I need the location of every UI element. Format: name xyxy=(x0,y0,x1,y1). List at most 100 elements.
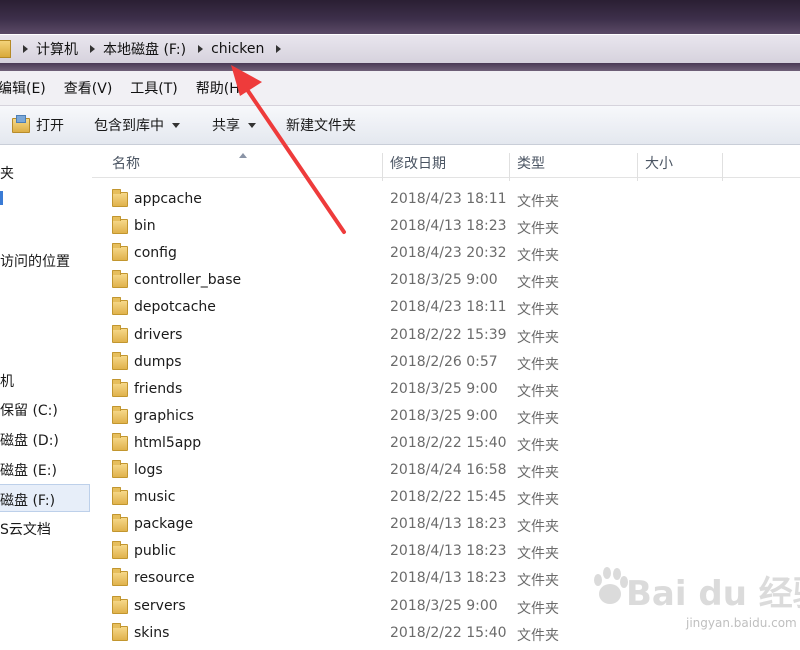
file-row[interactable]: depotcache 2018/4/23 18:11 文件夹 xyxy=(92,295,800,322)
file-type: 文件夹 xyxy=(517,519,559,536)
menu-bar: 编辑(E) 查看(V) 工具(T) 帮助(H) xyxy=(0,71,800,106)
menu-help[interactable]: 帮助(H) xyxy=(196,78,245,98)
file-date: 2018/2/22 15:39 xyxy=(390,326,507,343)
folder-icon xyxy=(112,270,128,289)
column-divider[interactable] xyxy=(382,153,383,181)
folder-icon xyxy=(112,487,128,506)
file-date: 2018/2/22 15:40 xyxy=(390,434,507,451)
nav-item-drive-d[interactable]: 磁盘 (D:) xyxy=(0,430,59,450)
file-date: 2018/4/23 20:32 xyxy=(390,245,507,262)
nav-item-favorites[interactable]: 夹 xyxy=(0,163,14,183)
share-button[interactable]: 共享 xyxy=(212,115,256,135)
chevron-down-icon xyxy=(248,122,256,128)
column-date[interactable]: 修改日期 xyxy=(390,153,446,173)
include-in-library-button[interactable]: 包含到库中 xyxy=(94,115,180,135)
open-button[interactable]: 打开 xyxy=(12,114,64,135)
chevron-right-icon[interactable] xyxy=(276,45,282,53)
column-type[interactable]: 类型 xyxy=(517,153,545,173)
menu-view[interactable]: 查看(V) xyxy=(64,78,113,98)
file-date: 2018/4/13 18:23 xyxy=(390,543,507,560)
file-row[interactable]: skins 2018/2/22 15:40 文件夹 xyxy=(92,621,800,648)
file-date: 2018/3/25 9:00 xyxy=(390,407,498,424)
folder-icon xyxy=(112,595,128,614)
file-name: skins xyxy=(134,624,170,641)
file-date: 2018/3/25 9:00 xyxy=(390,272,498,289)
file-type: 文件夹 xyxy=(517,573,559,590)
file-row[interactable]: logs 2018/4/24 16:58 文件夹 xyxy=(92,458,800,485)
file-type: 文件夹 xyxy=(517,546,559,563)
file-row[interactable]: html5app 2018/2/22 15:40 文件夹 xyxy=(92,431,800,458)
file-list: 名称 修改日期 类型 大小 appcache 2018/4/23 18:11 文件夹… xyxy=(92,145,800,650)
file-date: 2018/2/22 15:45 xyxy=(390,489,507,506)
folder-icon xyxy=(112,541,128,560)
column-divider[interactable] xyxy=(637,153,638,181)
folder-icon xyxy=(112,622,128,641)
file-row[interactable]: friends 2018/3/25 9:00 文件夹 xyxy=(92,377,800,404)
file-row[interactable]: music 2018/2/22 15:45 文件夹 xyxy=(92,485,800,512)
file-row[interactable]: dumps 2018/2/26 0:57 文件夹 xyxy=(92,350,800,377)
file-row[interactable]: bin 2018/4/13 18:23 文件夹 xyxy=(92,214,800,241)
favorites-marker xyxy=(0,191,3,205)
file-row[interactable]: package 2018/4/13 18:23 文件夹 xyxy=(92,512,800,539)
new-folder-label: 新建文件夹 xyxy=(286,118,356,134)
file-type: 文件夹 xyxy=(517,221,559,238)
column-name[interactable]: 名称 xyxy=(112,153,140,173)
chevron-right-icon[interactable] xyxy=(198,45,204,53)
file-row[interactable]: controller_base 2018/3/25 9:00 文件夹 xyxy=(92,268,800,295)
nav-item-recent-places[interactable]: 访问的位置 xyxy=(0,251,70,271)
file-name: dumps xyxy=(134,353,182,370)
file-name: servers xyxy=(134,597,186,614)
file-row[interactable]: config 2018/4/23 20:32 文件夹 xyxy=(92,241,800,268)
folder-icon xyxy=(112,568,128,587)
nav-item-drive-e[interactable]: 磁盘 (E:) xyxy=(0,460,57,480)
file-row[interactable]: appcache 2018/4/23 18:11 文件夹 xyxy=(92,187,800,214)
column-size[interactable]: 大小 xyxy=(645,153,673,173)
file-row[interactable]: resource 2018/4/13 18:23 文件夹 xyxy=(92,566,800,593)
file-row[interactable]: graphics 2018/3/25 9:00 文件夹 xyxy=(92,404,800,431)
nav-item-drive-f[interactable]: 磁盘 (F:) xyxy=(0,490,55,510)
folder-icon xyxy=(112,216,128,235)
new-folder-button[interactable]: 新建文件夹 xyxy=(286,115,356,135)
menu-tools[interactable]: 工具(T) xyxy=(130,78,177,98)
menu-edit[interactable]: 编辑(E) xyxy=(0,78,46,98)
column-divider[interactable] xyxy=(722,153,723,181)
nav-item-drive-c[interactable]: 保留 (C:) xyxy=(0,400,58,420)
file-row[interactable]: drivers 2018/2/22 15:39 文件夹 xyxy=(92,323,800,350)
file-date: 2018/4/13 18:23 xyxy=(390,570,507,587)
file-row[interactable]: servers 2018/3/25 9:00 文件夹 xyxy=(92,594,800,621)
file-name: config xyxy=(134,245,177,262)
nav-item-cloud-docs[interactable]: S云文档 xyxy=(0,519,51,539)
file-name: logs xyxy=(134,462,163,478)
share-label: 共享 xyxy=(212,118,240,134)
folder-icon xyxy=(112,297,128,316)
file-name: resource xyxy=(134,570,195,587)
column-header-row: 名称 修改日期 类型 大小 xyxy=(92,145,800,181)
column-divider[interactable] xyxy=(509,153,510,181)
chevron-right-icon[interactable] xyxy=(23,45,28,53)
file-date: 2018/4/23 18:11 xyxy=(390,299,507,316)
folder-icon xyxy=(112,514,128,533)
file-name: public xyxy=(134,543,177,560)
breadcrumb-drive-f[interactable]: 本地磁盘 (F:) xyxy=(103,39,186,59)
breadcrumb-computer[interactable]: 计算机 xyxy=(36,39,78,59)
folder-icon xyxy=(112,460,128,478)
command-toolbar: 打开 包含到库中 共享 新建文件夹 xyxy=(0,106,800,145)
chevron-down-icon xyxy=(172,122,180,128)
file-name: friends xyxy=(134,380,183,397)
chevron-right-icon[interactable] xyxy=(90,45,95,53)
folder-icon xyxy=(112,324,128,343)
file-row[interactable]: public 2018/4/13 18:23 文件夹 xyxy=(92,539,800,566)
sort-ascending-icon xyxy=(239,153,247,158)
file-name: controller_base xyxy=(134,272,242,289)
include-label: 包含到库中 xyxy=(94,118,164,134)
file-type: 文件夹 xyxy=(517,600,559,617)
nav-item-computer[interactable]: 机 xyxy=(0,371,14,391)
file-type: 文件夹 xyxy=(517,627,559,644)
address-bar[interactable]: 计算机 本地磁盘 (F:) chicken xyxy=(0,34,800,64)
file-type: 文件夹 xyxy=(517,410,559,427)
open-folder-icon xyxy=(12,114,30,133)
file-name: depotcache xyxy=(134,299,216,316)
file-type: 文件夹 xyxy=(517,275,559,292)
breadcrumb-chicken[interactable]: chicken xyxy=(211,41,264,57)
file-type: 文件夹 xyxy=(517,329,559,346)
